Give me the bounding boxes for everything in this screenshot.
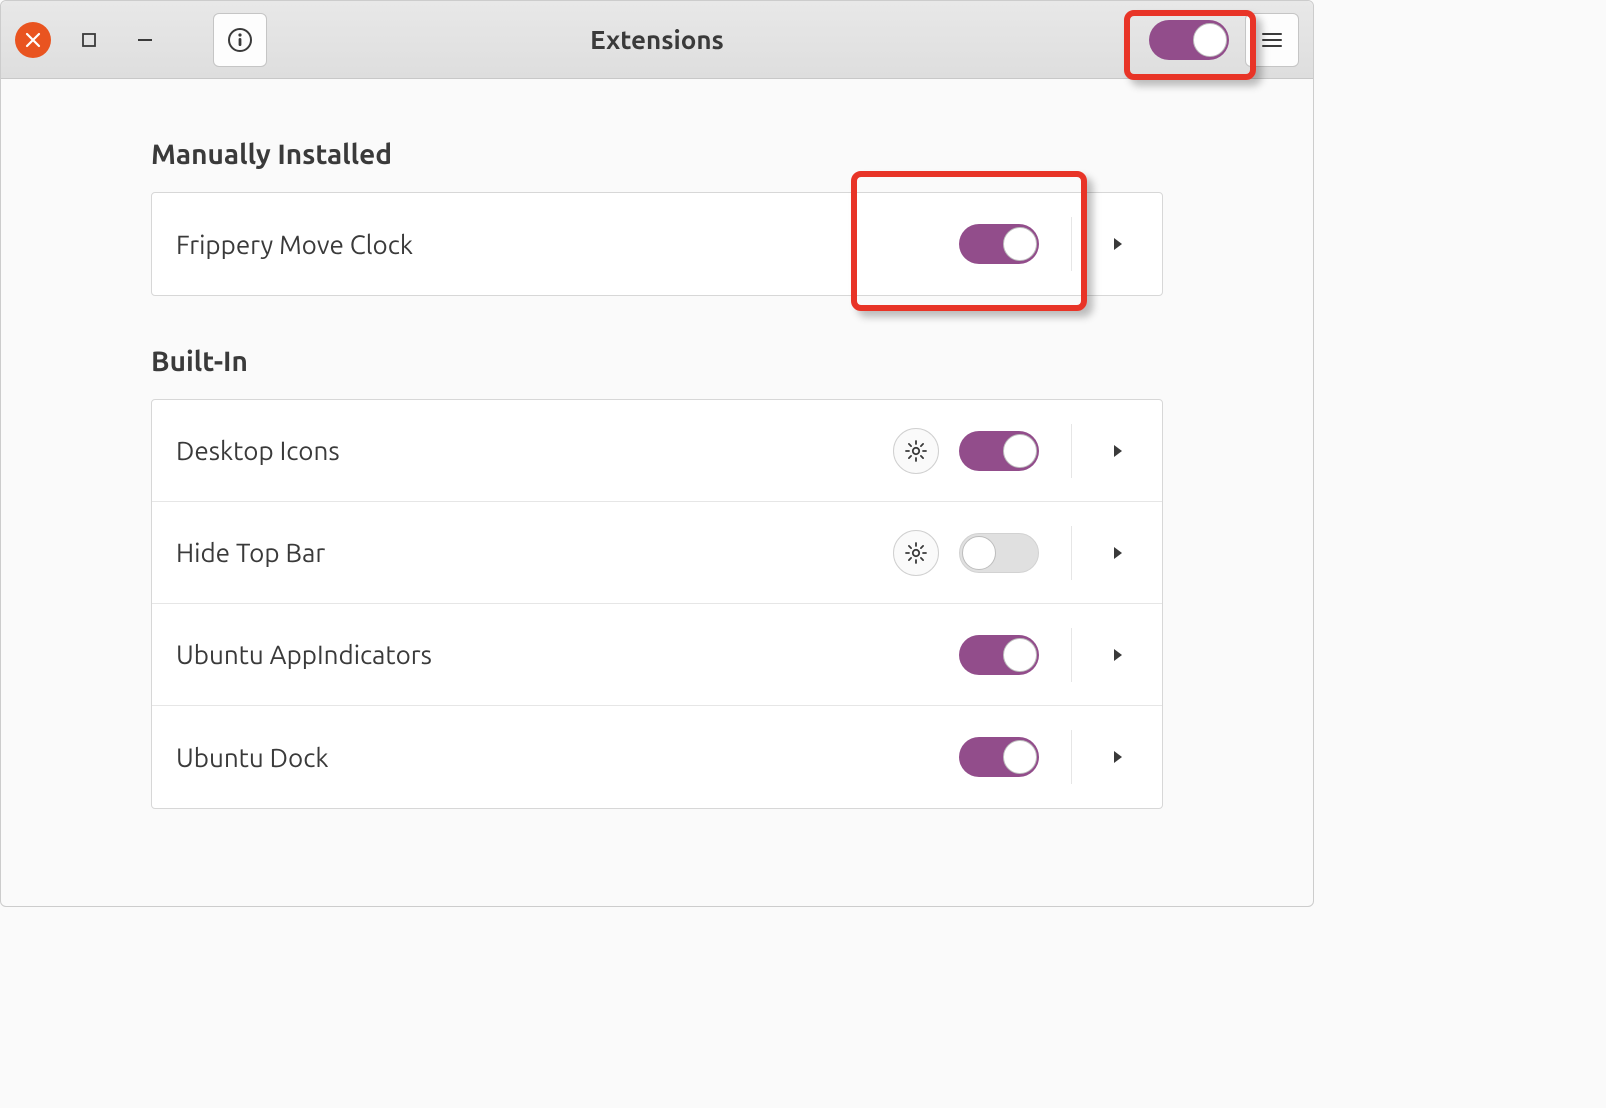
gear-icon xyxy=(904,439,928,463)
extension-row-ubuntu-appindicators: Ubuntu AppIndicators xyxy=(152,604,1162,706)
extension-toggle[interactable] xyxy=(959,224,1039,264)
menu-button[interactable] xyxy=(1245,13,1299,67)
extension-row-frippery-move-clock: Frippery Move Clock xyxy=(152,193,1162,295)
extension-name: Desktop Icons xyxy=(176,436,893,465)
divider xyxy=(1071,526,1072,580)
chevron-right-icon xyxy=(1112,545,1124,561)
close-button[interactable] xyxy=(15,22,51,58)
extension-controls xyxy=(959,628,1138,682)
gear-icon xyxy=(904,541,928,565)
divider xyxy=(1071,628,1072,682)
toggle-knob xyxy=(962,536,996,570)
extensions-window: Extensions Manually Installed Frippery M… xyxy=(0,0,1314,907)
expand-button[interactable] xyxy=(1098,749,1138,765)
extension-row-desktop-icons: Desktop Icons xyxy=(152,400,1162,502)
restore-icon xyxy=(82,33,96,47)
extension-controls xyxy=(893,526,1138,580)
built-in-list: Desktop Icons Hide Top Bar xyxy=(151,399,1163,809)
chevron-right-icon xyxy=(1112,749,1124,765)
extension-controls xyxy=(959,217,1138,271)
extension-name: Frippery Move Clock xyxy=(176,230,959,259)
content-area: Manually Installed Frippery Move Clock B… xyxy=(1,79,1313,899)
extension-toggle[interactable] xyxy=(959,635,1039,675)
chevron-right-icon xyxy=(1112,236,1124,252)
extension-row-ubuntu-dock: Ubuntu Dock xyxy=(152,706,1162,808)
extension-toggle[interactable] xyxy=(959,533,1039,573)
toggle-knob xyxy=(1193,23,1227,57)
extension-name: Ubuntu Dock xyxy=(176,743,959,772)
extension-toggle[interactable] xyxy=(959,431,1039,471)
expand-button[interactable] xyxy=(1098,443,1138,459)
manually-installed-list: Frippery Move Clock xyxy=(151,192,1163,296)
titlebar: Extensions xyxy=(1,1,1313,79)
extension-row-hide-top-bar: Hide Top Bar xyxy=(152,502,1162,604)
extension-toggle[interactable] xyxy=(959,737,1039,777)
chevron-right-icon xyxy=(1112,647,1124,663)
expand-button[interactable] xyxy=(1098,236,1138,252)
info-button[interactable] xyxy=(213,13,267,67)
divider xyxy=(1071,730,1072,784)
expand-button[interactable] xyxy=(1098,545,1138,561)
master-toggle[interactable] xyxy=(1149,20,1229,60)
extension-name: Hide Top Bar xyxy=(176,538,893,567)
manually-installed-heading: Manually Installed xyxy=(151,139,1163,170)
window-title: Extensions xyxy=(590,25,724,54)
toggle-knob xyxy=(1003,227,1037,261)
chevron-right-icon xyxy=(1112,443,1124,459)
extension-name: Ubuntu AppIndicators xyxy=(176,640,959,669)
built-in-heading: Built-In xyxy=(151,346,1163,377)
toggle-knob xyxy=(1003,638,1037,672)
restore-button[interactable] xyxy=(71,22,107,58)
settings-button[interactable] xyxy=(893,530,939,576)
window-controls xyxy=(15,13,267,67)
hamburger-icon xyxy=(1260,28,1284,52)
extension-controls xyxy=(959,730,1138,784)
divider xyxy=(1071,424,1072,478)
divider xyxy=(1071,217,1072,271)
close-icon xyxy=(25,32,41,48)
extension-controls xyxy=(893,424,1138,478)
minimize-button[interactable] xyxy=(127,22,163,58)
expand-button[interactable] xyxy=(1098,647,1138,663)
settings-button[interactable] xyxy=(893,428,939,474)
minimize-icon xyxy=(138,39,152,41)
toggle-knob xyxy=(1003,740,1037,774)
titlebar-right xyxy=(1149,13,1299,67)
toggle-knob xyxy=(1003,434,1037,468)
info-icon xyxy=(227,27,253,53)
